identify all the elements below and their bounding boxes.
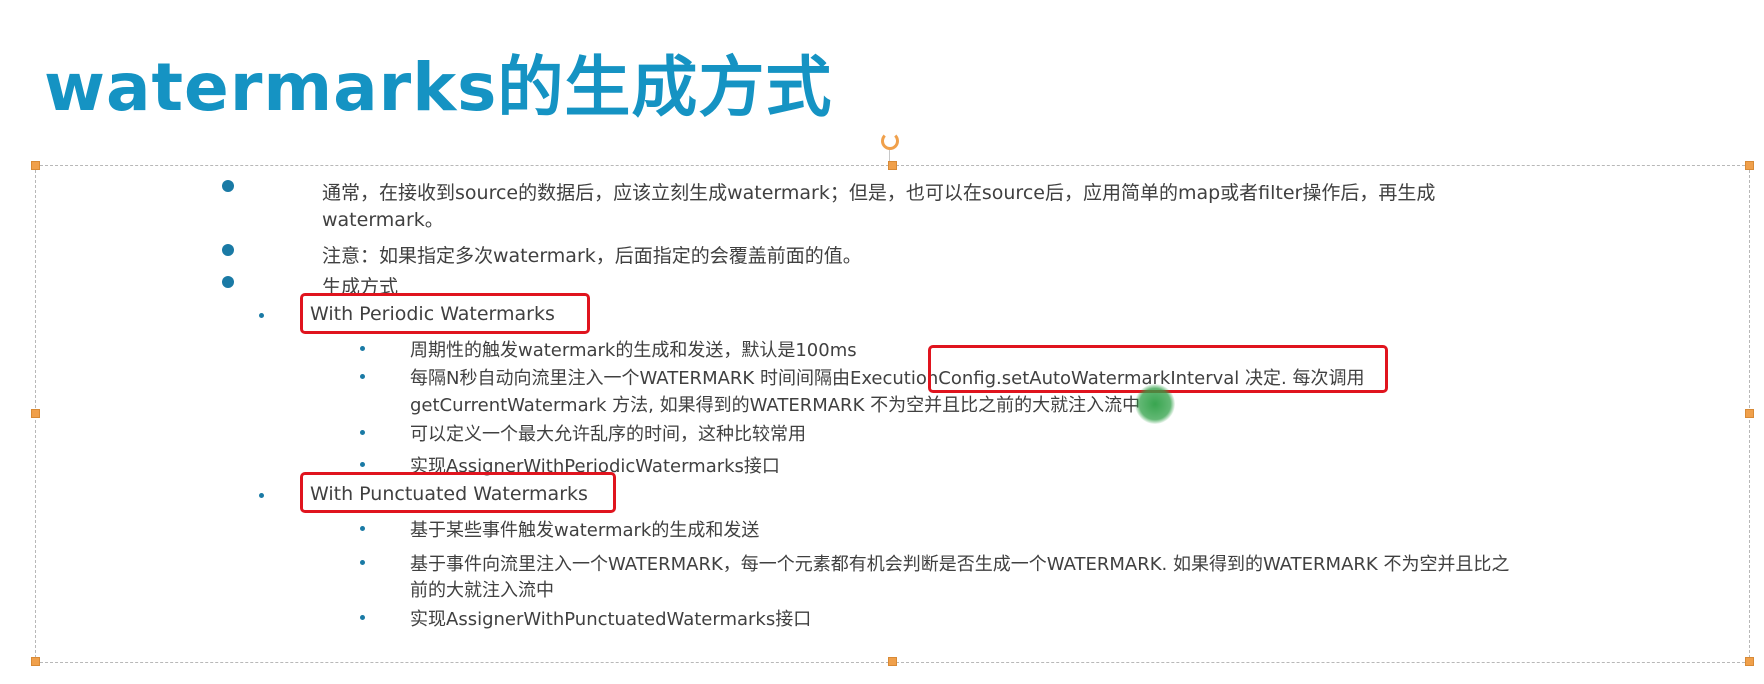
slide-title: watermarks的生成方式 bbox=[44, 49, 833, 126]
resize-handle-middle-right[interactable] bbox=[1745, 409, 1754, 418]
sub-sub-bullet-dot-icon bbox=[360, 615, 365, 620]
rotate-handle-icon[interactable] bbox=[881, 132, 899, 150]
bullet-text-continued: watermark。 bbox=[322, 209, 444, 231]
resize-handle-top-right[interactable] bbox=[1745, 161, 1754, 170]
sub-bullet-dot-icon bbox=[259, 493, 264, 498]
resize-handle-bottom-left[interactable] bbox=[31, 657, 40, 666]
punctuated-item: 基于事件向流里注入一个WATERMARK，每一个元素都有机会判断是否生成一个WA… bbox=[410, 554, 1510, 575]
pointer-highlight-icon bbox=[1135, 384, 1175, 424]
resize-handle-top-center[interactable] bbox=[888, 161, 897, 170]
punctuated-item-continued: 前的大就注入流中 bbox=[410, 580, 554, 601]
slide: watermarks的生成方式 通常，在接收到source的数据后，应该立刻生成… bbox=[0, 0, 1764, 684]
bullet-dot-icon bbox=[222, 244, 234, 256]
resize-handle-bottom-center[interactable] bbox=[888, 657, 897, 666]
periodic-item: 可以定义一个最大允许乱序的时间，这种比较常用 bbox=[410, 424, 806, 445]
bullet-text: 注意：如果指定多次watermark，后面指定的会覆盖前面的值。 bbox=[322, 245, 862, 267]
sub-sub-bullet-dot-icon bbox=[360, 560, 365, 565]
bullet-dot-icon bbox=[222, 276, 234, 288]
highlight-box-punctuated bbox=[300, 472, 616, 513]
punctuated-item: 基于某些事件触发watermark的生成和发送 bbox=[410, 520, 760, 541]
bullet-text: 通常，在接收到source的数据后，应该立刻生成watermark；但是，也可以… bbox=[322, 182, 1436, 204]
resize-handle-top-left[interactable] bbox=[31, 161, 40, 170]
sub-sub-bullet-dot-icon bbox=[360, 430, 365, 435]
bullet-dot-icon bbox=[222, 180, 234, 192]
resize-handle-bottom-right[interactable] bbox=[1745, 657, 1754, 666]
highlight-box-periodic bbox=[300, 293, 590, 334]
sub-sub-bullet-dot-icon bbox=[360, 374, 365, 379]
resize-handle-middle-left[interactable] bbox=[31, 409, 40, 418]
sub-bullet-dot-icon bbox=[259, 313, 264, 318]
periodic-item-part: 每隔N秒自动向流里注入一个WATERMARK 时间间隔由 bbox=[410, 368, 850, 389]
punctuated-item: 实现AssignerWithPunctuatedWatermarks接口 bbox=[410, 609, 812, 630]
sub-sub-bullet-dot-icon bbox=[360, 346, 365, 351]
periodic-item-continued: getCurrentWatermark 方法, 如果得到的WATERMARK 不… bbox=[410, 395, 1141, 416]
sub-sub-bullet-dot-icon bbox=[360, 462, 365, 467]
periodic-item: 周期性的触发watermark的生成和发送，默认是100ms bbox=[410, 340, 857, 361]
sub-sub-bullet-dot-icon bbox=[360, 526, 365, 531]
